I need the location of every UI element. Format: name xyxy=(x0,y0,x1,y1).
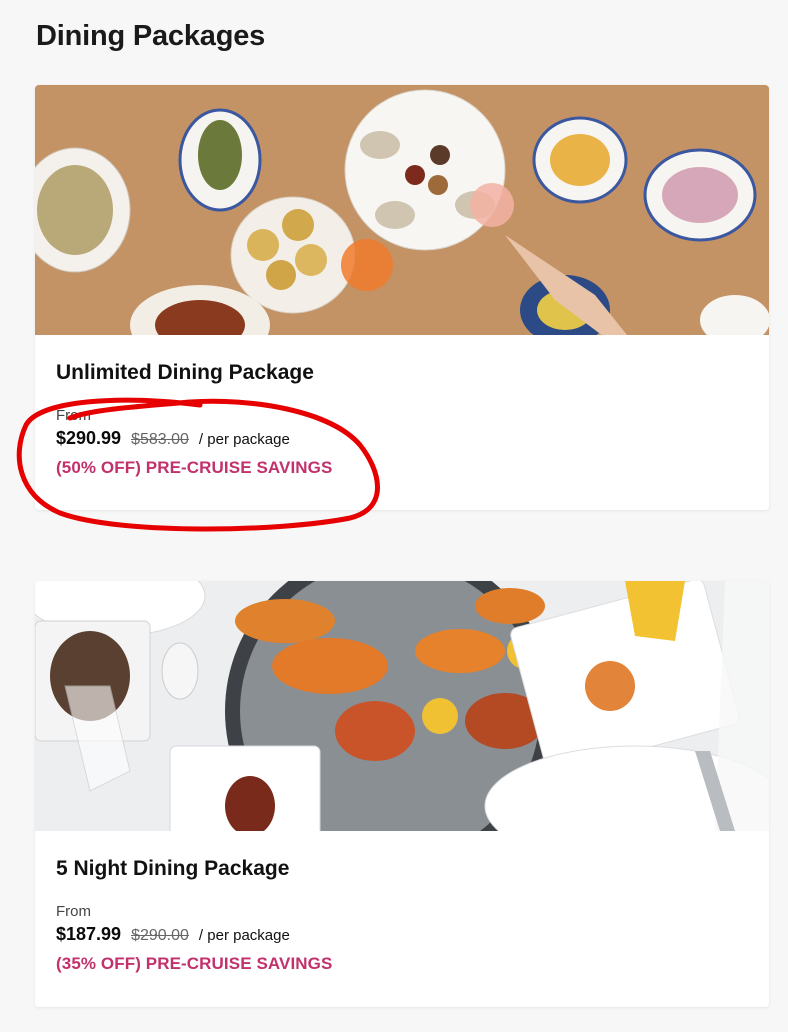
page-title: Dining Packages xyxy=(36,20,266,52)
price-row: $290.99 $583.00 / per package xyxy=(56,428,769,449)
savings-label: (50% OFF) PRE-CRUISE SAVINGS xyxy=(56,458,333,477)
current-price: $290.99 xyxy=(56,428,122,448)
package-card-5-night[interactable]: 5 Night Dining Package From $187.99 $290… xyxy=(35,581,769,1007)
original-price: $583.00 xyxy=(131,431,189,448)
package-image xyxy=(35,581,769,831)
package-title: Unlimited Dining Package xyxy=(56,361,314,384)
original-price: $290.00 xyxy=(131,927,189,944)
per-package-label: / per package xyxy=(198,431,290,448)
per-package-label: / per package xyxy=(198,927,290,944)
package-card-unlimited[interactable]: Unlimited Dining Package From $290.99 $5… xyxy=(35,85,769,510)
price-row: $187.99 $290.00 / per package xyxy=(56,924,769,945)
savings-label: (35% OFF) PRE-CRUISE SAVINGS xyxy=(56,954,333,973)
current-price: $187.99 xyxy=(56,924,122,944)
from-label: From xyxy=(56,903,91,920)
from-label: From xyxy=(56,407,91,424)
package-image xyxy=(35,85,769,335)
package-title: 5 Night Dining Package xyxy=(56,857,290,880)
